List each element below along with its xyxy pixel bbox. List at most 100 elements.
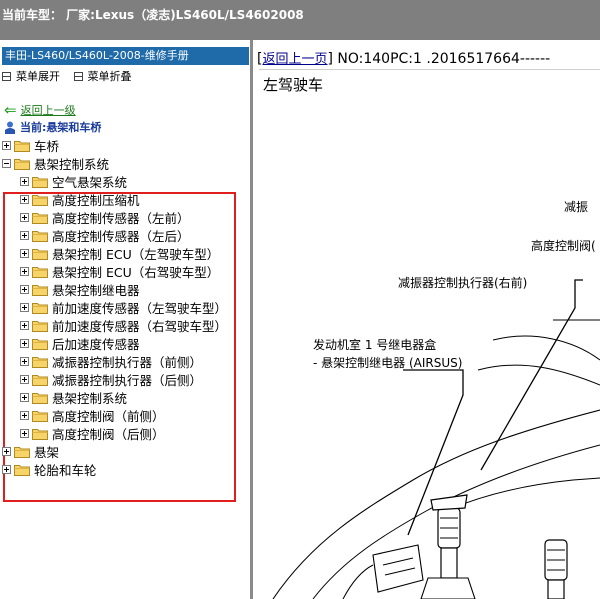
expand-node-icon[interactable] (20, 302, 29, 312)
tree-item[interactable]: 悬架控制系统 (20, 388, 127, 406)
relay-box (372, 544, 424, 593)
expand-node-icon[interactable] (20, 356, 29, 366)
folder-icon (32, 374, 48, 386)
tree-item[interactable]: 悬架控制 ECU（左驾驶车型） (20, 244, 219, 262)
tree-item[interactable]: 悬架控制 ECU（右驾驶车型） (20, 262, 219, 280)
back-arrow-icon: ⇐ (4, 101, 17, 119)
folder-icon (14, 158, 30, 170)
manual-title: 丰田-LS460/LS460L-2008-维修手册 (2, 47, 249, 65)
tree-item[interactable]: 减振器控制执行器（前侧） (20, 352, 202, 370)
title-bar: 当前车型： 厂家:Lexus（凌志)LS460L/LS4602008 (0, 0, 600, 40)
tree-item-label: 高度控制阀（后侧） (52, 426, 165, 442)
expand-node-icon[interactable] (2, 140, 11, 150)
folder-icon (32, 194, 48, 206)
tree-item[interactable]: 车桥 (2, 136, 59, 154)
tree-item-label: 减振器控制执行器（后侧） (52, 372, 203, 388)
collapse-node-icon[interactable] (2, 158, 11, 168)
expand-node-icon[interactable] (20, 248, 29, 258)
expand-menu-label: 菜单展开 (16, 70, 60, 83)
relay-label: - 悬架控制继电器 (AIRSUS) (313, 356, 463, 370)
back-up-label[interactable]: 返回上一级 (21, 102, 76, 118)
person-icon (5, 121, 15, 134)
current-section: 当前:悬架和车桥 (4, 119, 101, 135)
tree-item-label: 悬架控制 ECU（右驾驶车型） (52, 264, 220, 280)
tree-item-label: 轮胎和车轮 (34, 462, 97, 478)
folder-icon (32, 320, 48, 332)
expand-node-icon[interactable] (20, 428, 29, 438)
tree-item[interactable]: 悬架控制系统 (2, 154, 109, 172)
tree-item-label: 悬架控制系统 (52, 390, 128, 406)
expand-node-icon[interactable] (20, 338, 29, 348)
expand-node-icon[interactable] (20, 230, 29, 240)
back-up-link[interactable]: ⇐ 返回上一级 (4, 102, 76, 118)
tree-item[interactable]: 高度控制传感器（左后） (20, 226, 190, 244)
folder-icon (32, 428, 48, 440)
sidebar: 丰田-LS460/LS460L-2008-维修手册 菜单展开 菜单折叠 ⇐ 返回… (0, 40, 250, 599)
tree-item-label: 悬架控制 ECU（左驾驶车型） (52, 246, 220, 262)
tree-item[interactable]: 高度控制阀（前侧） (20, 406, 165, 424)
relay-box-label: 发动机室 1 号继电器盒 (313, 338, 437, 352)
expand-node-icon[interactable] (20, 410, 29, 420)
tree-item-label: 空气悬架系统 (52, 174, 128, 190)
expand-node-icon[interactable] (20, 176, 29, 186)
absorber-label: 减振 (564, 200, 589, 214)
fender-line (342, 564, 374, 599)
expand-menu-button[interactable]: 菜单展开 (2, 68, 60, 84)
tree-item-label: 减振器控制执行器（前侧） (52, 354, 203, 370)
tree-item[interactable]: 前加速度传感器（左驾驶车型） (20, 298, 227, 316)
actuator-label: 减振器控制执行器(右前) (398, 276, 528, 290)
expand-node-icon[interactable] (20, 392, 29, 402)
folder-icon (32, 266, 48, 278)
tree-item[interactable]: 高度控制传感器（左前） (20, 208, 190, 226)
folder-icon (32, 230, 48, 242)
expand-node-icon[interactable] (20, 212, 29, 222)
folder-icon (32, 302, 48, 314)
tree-item[interactable]: 空气悬架系统 (20, 172, 127, 190)
car-diagram (272, 279, 600, 599)
folder-icon (14, 446, 30, 458)
folder-icon (32, 176, 48, 188)
folder-icon (32, 284, 48, 296)
collapse-menu-button[interactable]: 菜单折叠 (73, 68, 132, 84)
tree-item-label: 高度控制压缩机 (52, 192, 140, 208)
folder-icon (14, 464, 30, 476)
collapse-icon (73, 71, 83, 81)
expand-icon (2, 71, 11, 81)
tree-item[interactable]: 前加速度传感器（右驾驶车型） (20, 316, 227, 334)
folder-icon (32, 248, 48, 260)
tree-item-label: 悬架 (34, 444, 60, 460)
content-pane: [返回上一页] NO:140PC:1 .2016517664------ 左驾驶… (253, 40, 600, 599)
folder-icon (32, 356, 48, 368)
tree-item[interactable]: 减振器控制执行器（后侧） (20, 370, 202, 388)
expand-node-icon[interactable] (20, 320, 29, 330)
engine-bay-line (447, 477, 600, 511)
expand-node-icon[interactable] (20, 284, 29, 294)
height-valve-label: 高度控制阀( (531, 239, 596, 253)
tree-item-label: 车桥 (34, 138, 60, 154)
expand-node-icon[interactable] (20, 266, 29, 276)
window-title: 当前车型： 厂家:Lexus（凌志)LS460L/LS4602008 (2, 8, 304, 22)
cowl-line (477, 364, 600, 386)
tree-item-label: 高度控制阀（前侧） (52, 408, 165, 424)
folder-icon (32, 338, 48, 350)
folder-icon (32, 410, 48, 422)
tree-item[interactable]: 高度控制压缩机 (20, 190, 140, 208)
expand-node-icon[interactable] (2, 446, 11, 456)
tree-item[interactable]: 高度控制阀（后侧） (20, 424, 165, 442)
folder-icon (32, 212, 48, 224)
collapse-menu-label: 菜单折叠 (87, 70, 132, 83)
tree-item-label: 后加速度传感器 (52, 336, 140, 352)
expand-node-icon[interactable] (2, 464, 11, 474)
tree-item-label: 高度控制传感器（左后） (52, 228, 190, 244)
expand-node-icon[interactable] (20, 194, 29, 204)
tree-item-label: 前加速度传感器（右驾驶车型） (52, 318, 228, 334)
folder-icon (14, 140, 30, 152)
tree-item[interactable]: 悬架控制继电器 (20, 280, 140, 298)
tree-item-label: 悬架控制系统 (34, 156, 110, 172)
tree-item[interactable]: 悬架 (2, 442, 59, 460)
strut-assembly-front (420, 494, 476, 599)
current-section-label: 当前:悬架和车桥 (20, 121, 102, 134)
tree-item[interactable]: 轮胎和车轮 (2, 460, 97, 478)
tree-item[interactable]: 后加速度传感器 (20, 334, 140, 352)
expand-node-icon[interactable] (20, 374, 29, 384)
